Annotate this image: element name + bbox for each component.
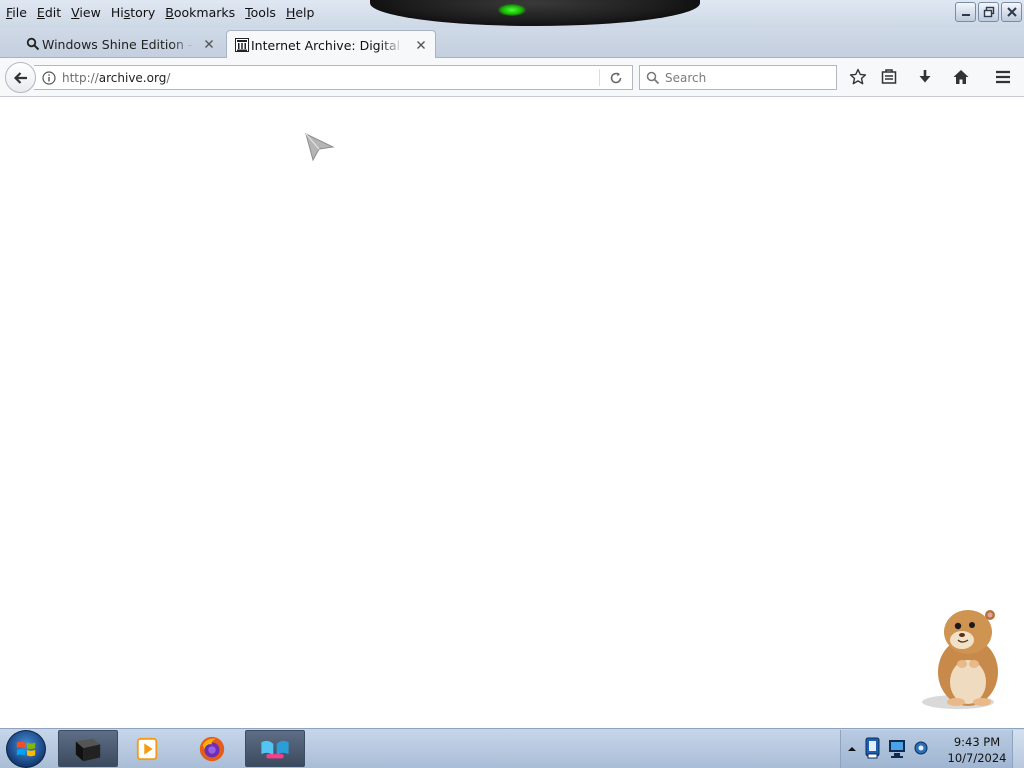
taskbar-app-windows-live[interactable] [245, 730, 305, 767]
tab-label: Windows Shine Edition - Windows [42, 36, 194, 52]
menu-file[interactable]: File [4, 2, 32, 20]
menu-tools[interactable]: Tools [243, 2, 281, 20]
tab-label: Internet Archive: Digital Library [251, 37, 403, 53]
close-window-button[interactable] [1001, 2, 1022, 22]
minimize-icon [961, 14, 970, 16]
window-controls [955, 2, 1022, 22]
close-tab-icon[interactable] [415, 39, 427, 51]
windows-live-app-icon [261, 740, 289, 758]
page-content [0, 97, 1024, 728]
action-center-flag-icon[interactable] [863, 734, 883, 762]
taskbar-app-black-window[interactable] [58, 730, 118, 767]
media-player-app-icon [136, 737, 158, 760]
reload-icon[interactable] [609, 71, 623, 85]
menu-history[interactable]: History [109, 2, 160, 20]
taskbar-app-media-player[interactable] [118, 730, 178, 767]
menu-help[interactable]: Help [284, 2, 320, 20]
back-button[interactable] [5, 62, 36, 93]
volume-icon[interactable] [911, 734, 931, 762]
clock-date: 10/7/2024 [947, 751, 1007, 765]
tab-bar: Windows Shine Edition - Windows Internet… [0, 28, 1024, 79]
search-bar[interactable] [639, 65, 837, 90]
restore-button[interactable] [978, 2, 999, 22]
download-icon[interactable] [916, 68, 934, 86]
tab-internet-archive[interactable]: Internet Archive: Digital Library [226, 30, 436, 59]
start-button[interactable] [6, 730, 46, 768]
menu-bar: File Edit View History Bookmarks Tools H… [0, 0, 322, 22]
menu-bookmarks[interactable]: Bookmarks [163, 2, 240, 20]
close-icon [1006, 7, 1017, 17]
title-ornament [370, 0, 700, 26]
close-tab-icon[interactable] [203, 38, 215, 50]
navigation-toolbar: http://archive.org/ [0, 58, 1024, 97]
system-tray: 9:43 PM 10/7/2024 [840, 730, 1024, 768]
firefox-app-icon [199, 736, 225, 761]
taskbar-app-firefox[interactable] [182, 730, 242, 767]
star-icon[interactable] [849, 68, 867, 86]
clock[interactable]: 9:43 PM 10/7/2024 [941, 734, 1013, 766]
show-hidden-icons-icon[interactable] [847, 744, 857, 754]
search-icon [26, 37, 40, 51]
restore-icon [983, 6, 994, 18]
tab-windows-shine[interactable]: Windows Shine Edition - Windows [18, 30, 223, 58]
minimize-button[interactable] [955, 2, 976, 22]
menu-icon[interactable] [994, 68, 1012, 86]
title-bar: File Edit View History Bookmarks Tools H… [0, 0, 1024, 28]
windows-logo-icon [16, 741, 36, 757]
url-text[interactable]: http://archive.org/ [62, 71, 170, 85]
mouse-cursor-icon [305, 133, 335, 162]
tray-icons [863, 734, 931, 762]
url-bar[interactable]: http://archive.org/ [34, 65, 633, 90]
info-icon[interactable] [42, 70, 56, 85]
search-input[interactable] [665, 70, 835, 85]
url-separator [599, 69, 600, 86]
back-arrow-icon [13, 71, 27, 84]
ornament-glow [498, 4, 526, 16]
search-icon [646, 71, 660, 84]
reading-list-icon[interactable] [880, 68, 898, 86]
network-icon[interactable] [887, 734, 907, 762]
taskbar: 9:43 PM 10/7/2024 [0, 728, 1024, 768]
home-icon[interactable] [952, 68, 970, 86]
menu-view[interactable]: View [69, 2, 106, 20]
hamster-mascot-icon [922, 610, 998, 709]
show-desktop-button[interactable] [1012, 730, 1024, 768]
clock-time: 9:43 PM [953, 735, 1001, 749]
menu-edit[interactable]: Edit [35, 2, 66, 20]
black-window-app-icon [75, 738, 101, 761]
archive-icon [235, 38, 249, 52]
